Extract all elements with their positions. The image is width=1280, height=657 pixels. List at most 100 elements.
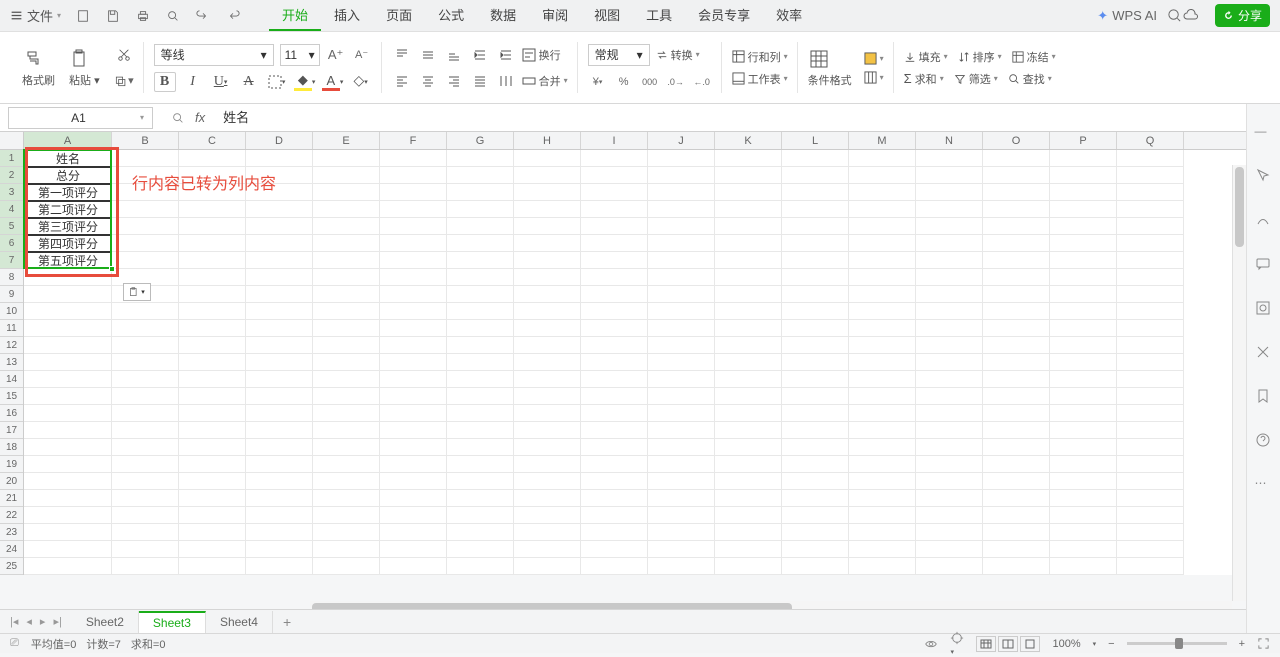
decimal-dec-icon[interactable]: ←.0	[692, 72, 712, 92]
freeze-button[interactable]: 冻结▾	[1012, 49, 1056, 65]
font-name-select[interactable]: 等线▾	[154, 44, 274, 66]
cell-style-button[interactable]: ▾	[864, 52, 884, 65]
rowcol-button[interactable]: 行和列▾	[732, 49, 788, 65]
font-shrink-icon[interactable]: A⁻	[352, 45, 372, 65]
tab-page[interactable]: 页面	[373, 0, 425, 32]
bold-button[interactable]: B	[154, 72, 176, 92]
filter-button[interactable]: 筛选▾	[954, 71, 998, 87]
sheet-tab-sheet3[interactable]: Sheet3	[139, 611, 206, 633]
currency-icon[interactable]: ¥▾	[588, 72, 608, 92]
zoom-value[interactable]: 100%	[1052, 638, 1080, 650]
tab-tools[interactable]: 工具	[633, 0, 685, 32]
record-icon[interactable]: ⎚	[10, 637, 19, 650]
share-button[interactable]: 分享	[1215, 4, 1270, 27]
cell-A5[interactable]: 第三项评分	[24, 218, 112, 235]
row-header-9[interactable]: 9	[0, 286, 23, 303]
col-header-C[interactable]: C	[179, 132, 246, 149]
align-middle-icon[interactable]	[418, 45, 438, 65]
tab-view[interactable]: 视图	[581, 0, 633, 32]
sheet-tab-sheet2[interactable]: Sheet2	[72, 611, 139, 633]
tab-start[interactable]: 开始	[269, 1, 321, 31]
fullscreen-icon[interactable]	[1257, 637, 1270, 650]
new-icon[interactable]	[75, 8, 91, 24]
eye-icon[interactable]	[924, 637, 938, 651]
cloud-icon[interactable]	[1183, 8, 1199, 24]
sum-button[interactable]: Σ求和▾	[904, 71, 944, 87]
tab-review[interactable]: 审阅	[529, 0, 581, 32]
row-header-13[interactable]: 13	[0, 354, 23, 371]
style-icon[interactable]	[1255, 212, 1273, 230]
col-header-K[interactable]: K	[715, 132, 782, 149]
row-header-2[interactable]: 2	[0, 167, 23, 184]
file-menu[interactable]: 文件 ▾	[10, 6, 61, 25]
clear-format-button[interactable]: ◇▾	[350, 72, 372, 92]
merge-button[interactable]: 合并▾	[522, 73, 568, 89]
distribute-icon[interactable]	[496, 71, 516, 91]
chat-icon[interactable]	[1255, 256, 1273, 274]
cond-format-icon[interactable]	[808, 48, 830, 70]
fill-button[interactable]: 填充▾	[904, 49, 948, 65]
preview-icon[interactable]	[165, 8, 181, 24]
font-color-button[interactable]: A▾	[322, 72, 344, 92]
worksheet-button[interactable]: 工作表▾	[732, 71, 788, 87]
gallery-icon[interactable]	[1255, 300, 1273, 318]
row-header-18[interactable]: 18	[0, 439, 23, 456]
row-header-10[interactable]: 10	[0, 303, 23, 320]
tab-efficiency[interactable]: 效率	[763, 0, 815, 32]
align-top-icon[interactable]	[392, 45, 412, 65]
tab-insert[interactable]: 插入	[321, 0, 373, 32]
formula-input[interactable]: 姓名	[215, 107, 1280, 129]
col-header-D[interactable]: D	[246, 132, 313, 149]
row-header-22[interactable]: 22	[0, 507, 23, 524]
align-bottom-icon[interactable]	[444, 45, 464, 65]
col-header-G[interactable]: G	[447, 132, 514, 149]
col-header-P[interactable]: P	[1050, 132, 1117, 149]
row-header-15[interactable]: 15	[0, 388, 23, 405]
row-header-25[interactable]: 25	[0, 558, 23, 575]
view-normal-icon[interactable]	[976, 636, 996, 652]
row-header-1[interactable]: 1	[0, 150, 23, 167]
row-header-23[interactable]: 23	[0, 524, 23, 541]
convert-button[interactable]: 转换▾	[656, 47, 700, 63]
format-painter-icon[interactable]	[22, 48, 44, 70]
sheet-next-icon[interactable]: ▸	[40, 615, 46, 628]
col-header-H[interactable]: H	[514, 132, 581, 149]
select-all-corner[interactable]	[0, 132, 24, 150]
search-fx-icon[interactable]	[171, 111, 185, 125]
border-button[interactable]: ▾	[266, 72, 288, 92]
cell-A2[interactable]: 总分	[24, 167, 112, 184]
paste-options-flyout[interactable]: ▾	[123, 283, 151, 301]
row-header-4[interactable]: 4	[0, 201, 23, 218]
zoom-in-icon[interactable]: +	[1239, 638, 1245, 650]
wrap-text-button[interactable]: 换行	[522, 47, 561, 63]
fx-label[interactable]: fx	[195, 110, 205, 125]
col-header-F[interactable]: F	[380, 132, 447, 149]
name-box[interactable]: A1 ▾	[8, 107, 153, 129]
zoom-out-icon[interactable]: −	[1108, 638, 1114, 650]
redo-icon[interactable]	[225, 8, 241, 24]
zoom-slider[interactable]	[1127, 642, 1227, 645]
align-right-icon[interactable]	[444, 71, 464, 91]
find-button[interactable]: 查找▾	[1008, 71, 1052, 87]
wps-ai-button[interactable]: ✦WPS AI	[1097, 8, 1157, 24]
row-header-20[interactable]: 20	[0, 473, 23, 490]
sheet-first-icon[interactable]: |◂	[10, 615, 18, 628]
cursor-icon[interactable]	[1255, 168, 1273, 186]
indent-increase-icon[interactable]	[496, 45, 516, 65]
col-header-L[interactable]: L	[782, 132, 849, 149]
tab-member[interactable]: 会员专享	[685, 0, 763, 32]
indent-decrease-icon[interactable]	[470, 45, 490, 65]
cut-icon[interactable]	[114, 45, 134, 65]
row-header-21[interactable]: 21	[0, 490, 23, 507]
fill-color-button[interactable]: ◆▾	[294, 72, 316, 92]
row-header-24[interactable]: 24	[0, 541, 23, 558]
sheet-tab-sheet4[interactable]: Sheet4	[206, 611, 273, 633]
cell-A7[interactable]: 第五项评分	[24, 252, 112, 269]
row-header-11[interactable]: 11	[0, 320, 23, 337]
tab-data[interactable]: 数据	[477, 0, 529, 32]
vertical-scrollbar[interactable]	[1232, 165, 1246, 601]
col-header-M[interactable]: M	[849, 132, 916, 149]
col-header-E[interactable]: E	[313, 132, 380, 149]
underline-button[interactable]: U▾	[210, 72, 232, 92]
strike-button[interactable]: A	[238, 72, 260, 92]
